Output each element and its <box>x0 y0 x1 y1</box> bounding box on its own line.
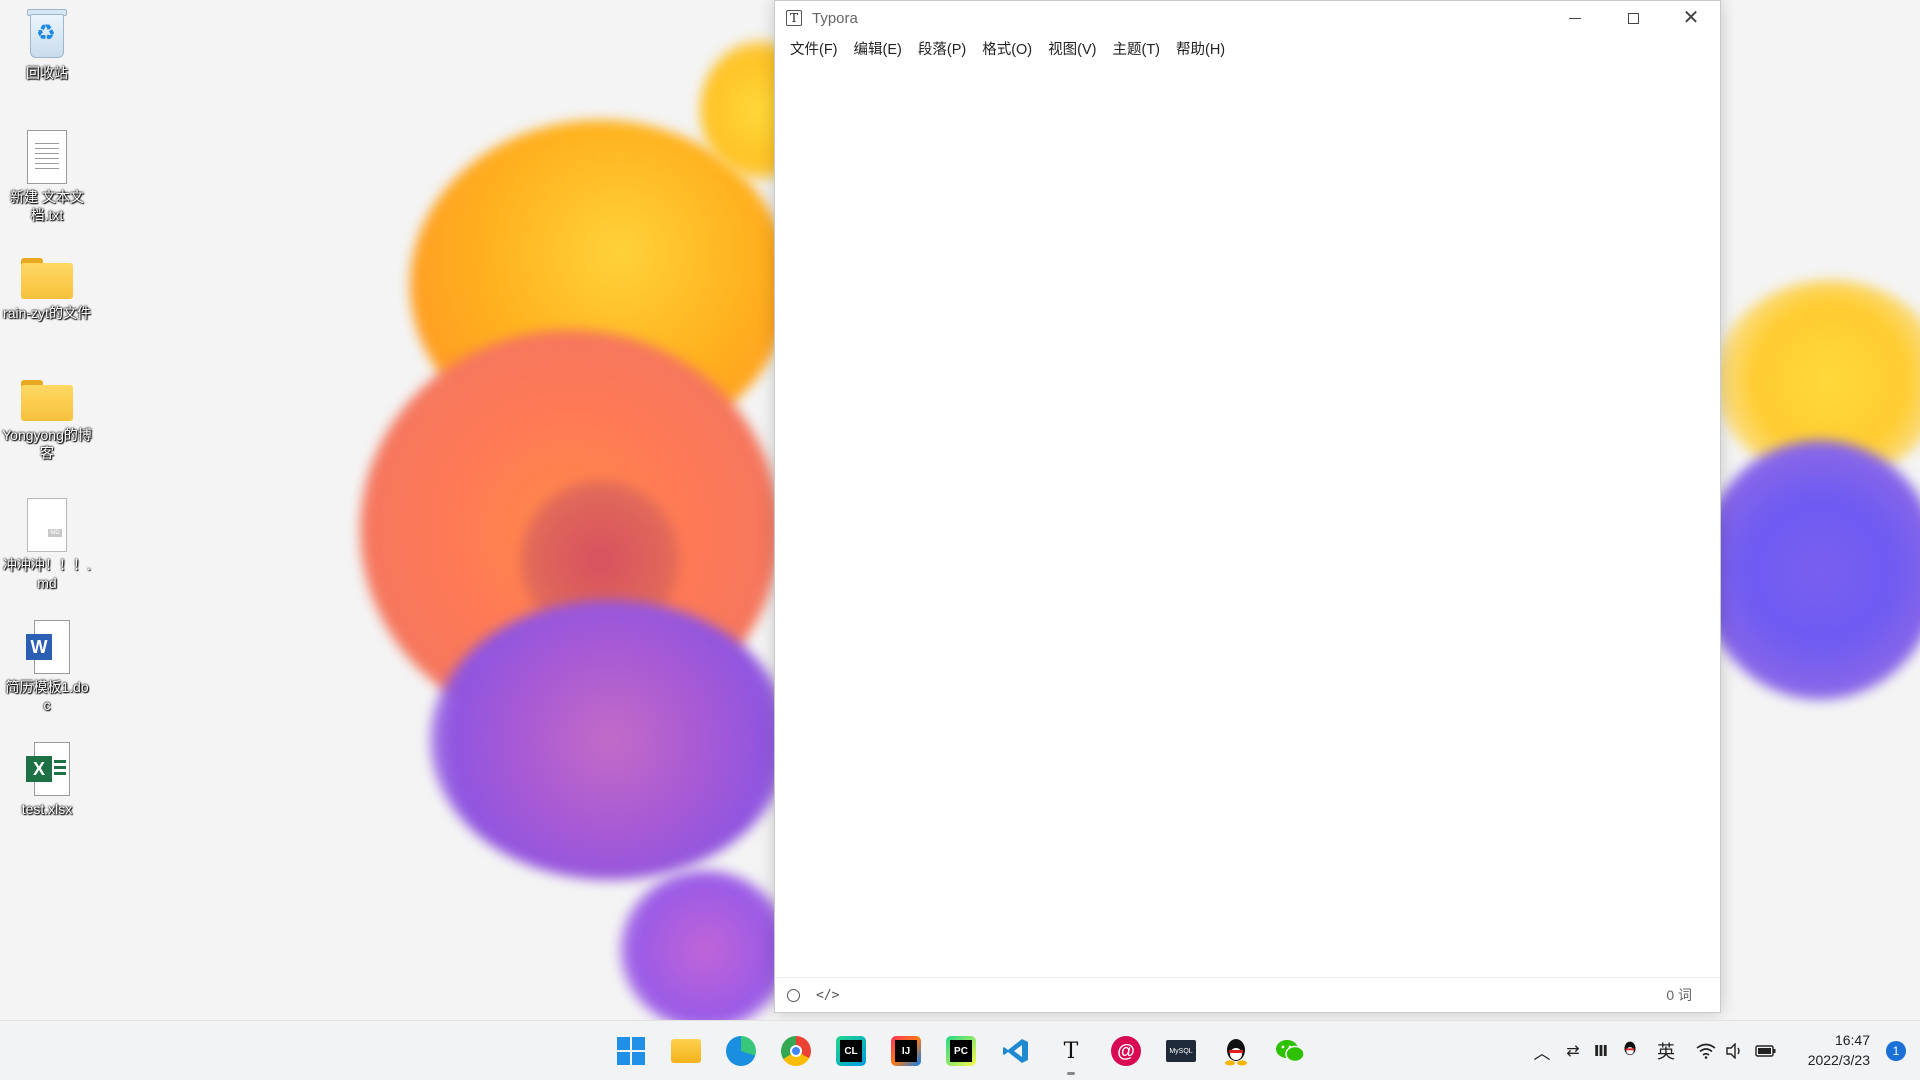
clock-date: 2022/3/23 <box>1807 1052 1870 1068</box>
menu-help[interactable]: 帮助(H) <box>1168 35 1233 65</box>
intellij-icon: IJ <box>891 1036 921 1066</box>
volume-status[interactable] <box>1722 1031 1746 1071</box>
taskbar-mysql[interactable]: MySQL <box>1161 1031 1201 1071</box>
markdown-file-icon: MD <box>27 498 67 552</box>
qq-icon <box>1221 1036 1251 1066</box>
typora-window[interactable]: T Typora ✕ 文件(F) 编辑(E) 段落(P) 格式(O) 视图(V)… <box>774 0 1721 1013</box>
taskbar-pycharm[interactable]: PC <box>941 1031 981 1071</box>
desktop-icon-excel[interactable]: X test.xlsx <box>0 742 94 818</box>
qq-tray-icon <box>1622 1039 1638 1064</box>
desktop-icon-label: 简历模板1.doc <box>5 679 89 713</box>
excel-spreadsheet-icon: X <box>24 742 70 796</box>
system-clock[interactable]: 16:47 2022/3/23 <box>1808 1030 1870 1070</box>
debian-icon: @ <box>1111 1036 1141 1066</box>
word-document-icon: W <box>24 620 70 674</box>
bar-meter-icon: Ⅲ <box>1593 1043 1609 1060</box>
editor-area[interactable] <box>775 65 1720 977</box>
windows-start-icon <box>617 1037 645 1065</box>
desktop-icon-label: 回收站 <box>26 65 68 81</box>
menu-bar: 文件(F) 编辑(E) 段落(P) 格式(O) 视图(V) 主题(T) 帮助(H… <box>775 35 1720 65</box>
source-code-mode-icon[interactable]: </> <box>816 988 839 1003</box>
wechat-icon <box>1275 1036 1305 1066</box>
window-title: Typora <box>812 9 858 27</box>
desktop-icon-folder-rain-zyt[interactable]: rain-zyt的文件 <box>0 256 94 322</box>
typora-icon: T <box>1063 1038 1079 1064</box>
folder-icon <box>20 256 74 300</box>
folder-icon <box>20 378 74 422</box>
desktop-icon-word-doc[interactable]: W 简历模板1.doc <box>0 620 94 714</box>
taskbar-qq[interactable] <box>1216 1031 1256 1071</box>
maximize-icon <box>1627 12 1639 24</box>
taskbar-typora[interactable]: T <box>1051 1031 1091 1075</box>
taskbar-edge[interactable] <box>721 1031 761 1071</box>
battery-status[interactable] <box>1752 1031 1780 1071</box>
menu-view[interactable]: 视图(V) <box>1040 35 1104 65</box>
menu-theme[interactable]: 主题(T) <box>1104 35 1168 65</box>
menu-edit[interactable]: 编辑(E) <box>846 35 910 65</box>
tray-app-meter[interactable]: Ⅲ <box>1589 1031 1613 1071</box>
title-bar[interactable]: T Typora ✕ <box>775 1 1720 35</box>
clock-time: 16:47 <box>1834 1032 1870 1048</box>
menu-format[interactable]: 格式(O) <box>974 35 1040 65</box>
input-method-indicator[interactable]: 英 <box>1652 1031 1680 1071</box>
wifi-icon <box>1696 1043 1716 1059</box>
battery-charging-icon <box>1755 1045 1776 1057</box>
wallpaper-ink-purple-bottom <box>620 870 790 1020</box>
desktop-icon-markdown-file[interactable]: MD 冲冲冲！！！.md <box>0 498 94 592</box>
start-button[interactable] <box>611 1031 651 1071</box>
menu-file[interactable]: 文件(F) <box>782 35 846 65</box>
running-indicator <box>1067 1072 1075 1075</box>
desktop-icon-label: rain-zyt的文件 <box>3 305 91 321</box>
taskbar-intellij[interactable]: IJ <box>886 1031 926 1071</box>
desktop-icon-label: test.xlsx <box>21 801 73 817</box>
desktop-icon-folder-yongyong[interactable]: Yongyong的博客 <box>0 378 94 462</box>
vscode-icon <box>1001 1036 1031 1066</box>
speaker-icon <box>1726 1043 1740 1059</box>
wallpaper-ink-purple <box>430 600 790 880</box>
taskbar-vscode[interactable] <box>996 1031 1036 1071</box>
show-hidden-icons-button[interactable]: ︿ <box>1530 1031 1554 1071</box>
notification-badge[interactable]: 1 <box>1886 1041 1906 1061</box>
edge-browser-icon <box>726 1036 756 1066</box>
desktop-icon-label: 冲冲冲！！！.md <box>3 557 91 591</box>
sliders-icon: ⇄ <box>1566 1043 1580 1060</box>
mysql-terminal-icon: MySQL <box>1166 1040 1196 1062</box>
tray-app-sliders[interactable]: ⇄ <box>1561 1031 1585 1071</box>
status-bar: </> 0 词 <box>775 977 1720 1012</box>
desktop-icon-text-file[interactable]: 新建 文本文档.txt <box>0 130 94 224</box>
desktop-icon-recycle-bin[interactable]: ♻ 回收站 <box>0 6 94 82</box>
pycharm-icon: PC <box>946 1036 976 1066</box>
chevron-up-icon: ︿ <box>1533 1043 1551 1063</box>
clion-icon: CL <box>836 1036 866 1066</box>
maximize-button[interactable] <box>1604 1 1662 35</box>
taskbar-clion[interactable]: CL <box>831 1031 871 1071</box>
taskbar-chrome[interactable] <box>776 1031 816 1071</box>
menu-paragraph[interactable]: 段落(P) <box>910 35 974 65</box>
folder-icon <box>671 1039 701 1063</box>
network-status[interactable] <box>1694 1031 1718 1071</box>
desktop-icon-label: 新建 文本文档.txt <box>10 189 84 223</box>
taskbar-wechat[interactable] <box>1270 1031 1310 1071</box>
desktop-icon-label: Yongyong的博客 <box>2 427 92 461</box>
taskbar: CL IJ PC T @ MySQL ︿ ⇄ Ⅲ 英 16:47 2022/3/… <box>0 1020 1920 1080</box>
close-icon: ✕ <box>1682 7 1700 29</box>
tray-app-qq[interactable] <box>1618 1031 1642 1071</box>
minimize-button[interactable] <box>1546 1 1604 35</box>
chrome-browser-icon <box>781 1036 811 1066</box>
typora-app-icon: T <box>786 10 802 26</box>
wallpaper-ink-violet-right <box>1700 440 1920 700</box>
text-file-icon <box>27 130 67 184</box>
taskbar-file-explorer[interactable] <box>666 1031 706 1071</box>
close-button[interactable]: ✕ <box>1662 1 1720 35</box>
recycle-bin-icon: ♻ <box>24 6 70 60</box>
minimize-icon <box>1569 17 1581 19</box>
outline-toggle-icon[interactable] <box>787 988 800 1002</box>
taskbar-debian[interactable]: @ <box>1106 1031 1146 1071</box>
word-count[interactable]: 0 词 <box>1666 985 1692 1005</box>
